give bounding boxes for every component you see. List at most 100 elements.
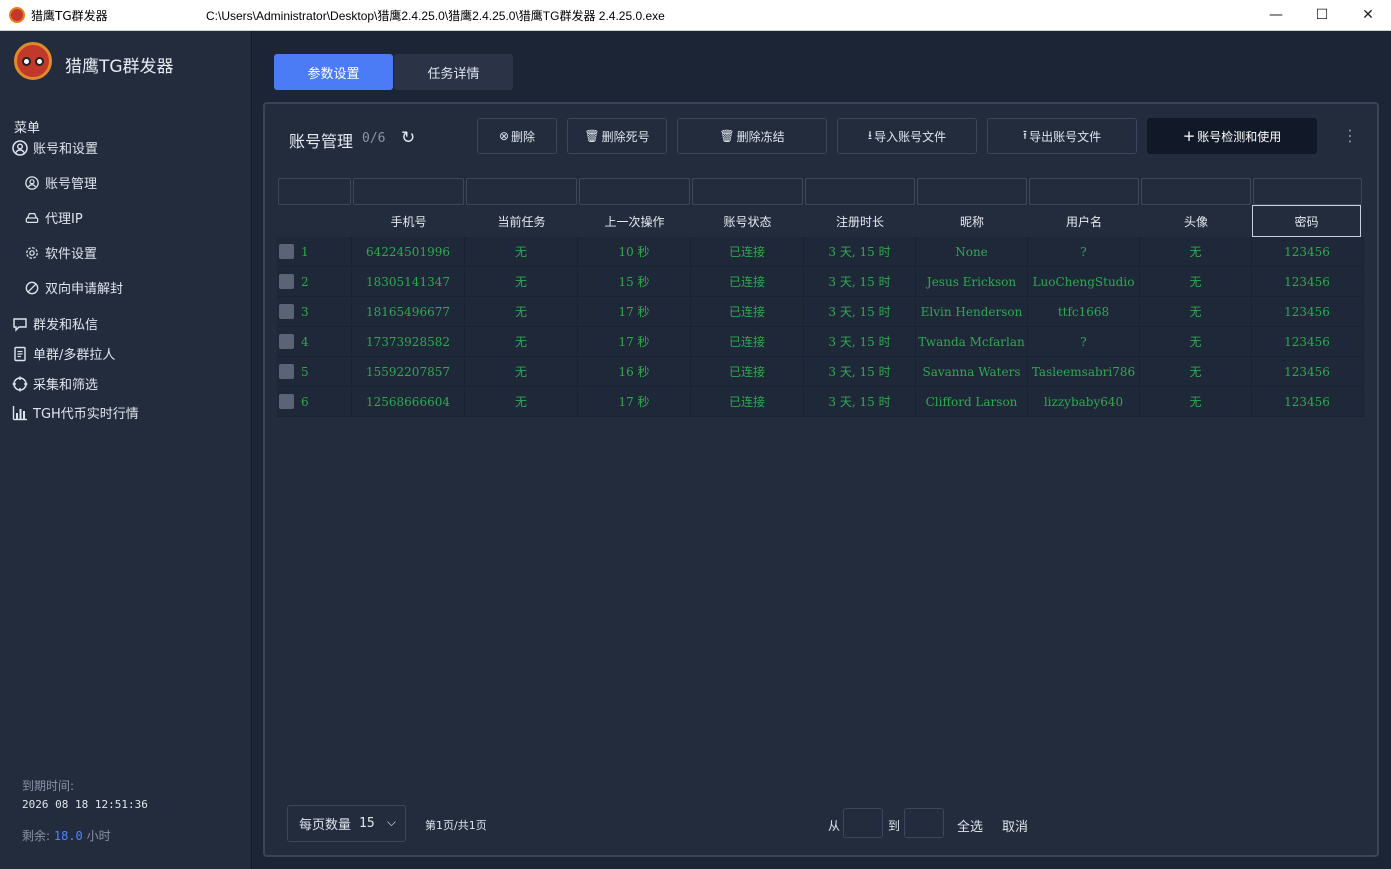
delete-button[interactable]: ⊗ 删除: [477, 118, 557, 154]
column-header[interactable]: 上一次操作: [578, 205, 691, 237]
row-checkbox[interactable]: [279, 394, 294, 409]
task-cell: 无: [465, 357, 578, 387]
table-row[interactable]: 3 18165496677 无 17 秒已连接 3 天, 15 时 Elvin Hende…: [277, 297, 1365, 327]
sidebar-item-proxy[interactable]: 代理IP: [24, 208, 83, 227]
expire-date: 2026 08 18 12:51:36: [22, 798, 148, 811]
column-header[interactable]: 用户名: [1028, 205, 1140, 237]
sidebar-item-software-settings[interactable]: 软件设置: [24, 243, 97, 262]
column-header[interactable]: 头像: [1140, 205, 1252, 237]
export-accounts-button[interactable]: ⭱ 导出账号文件: [987, 118, 1137, 154]
age-cell: 3 天, 15 时: [804, 327, 916, 357]
range-from-input[interactable]: [843, 808, 883, 838]
filter-input[interactable]: [1029, 178, 1139, 205]
row-checkbox[interactable]: [279, 334, 294, 349]
filter-input[interactable]: [1253, 178, 1362, 205]
phone-cell: 17373928582: [352, 327, 465, 357]
table-row[interactable]: 2 18305141347 无 15 秒已连接 3 天, 15 时 Jesus Erick…: [277, 267, 1365, 297]
sidebar-item-token-market[interactable]: TGH代币实时行情: [12, 403, 139, 422]
row-number: 2: [301, 274, 309, 289]
import-accounts-button[interactable]: ⭳ 导入账号文件: [837, 118, 977, 154]
expire-label: 到期时间:: [22, 779, 75, 793]
page-info: 第1页/共1页: [425, 819, 487, 832]
minimize-button[interactable]: —: [1253, 0, 1299, 30]
close-button[interactable]: ✕: [1345, 0, 1391, 30]
sidebar-item-label: 代理IP: [45, 212, 83, 227]
sidebar-item-account-management[interactable]: 账号管理: [24, 173, 97, 192]
row-checkbox[interactable]: [279, 364, 294, 379]
filter-input[interactable]: [466, 178, 577, 205]
maximize-button[interactable]: ☐: [1299, 0, 1345, 30]
row-number: 6: [301, 394, 309, 409]
document-icon: [12, 346, 28, 362]
column-header[interactable]: 昵称: [916, 205, 1028, 237]
check-accounts-button[interactable]: + 账号检测和使用: [1147, 118, 1317, 154]
status-cell: 已连接: [691, 267, 804, 297]
sidebar-item-label: 群发和私信: [33, 318, 99, 333]
avatar-cell: 无: [1140, 297, 1252, 327]
nickname-cell: Twanda Mcfarlan: [916, 327, 1028, 357]
status-cell: 已连接: [691, 237, 804, 267]
range-to-input[interactable]: [904, 808, 944, 838]
row-index: 1: [277, 237, 352, 267]
gear-icon: [24, 245, 40, 261]
sidebar-item-broadcast[interactable]: 群发和私信: [12, 314, 98, 333]
filter-input[interactable]: [353, 178, 464, 205]
window-title: 猎鹰TG群发器: [31, 8, 108, 23]
sidebar: 猎鹰TG群发器 菜单 账号和设置 账号管理 代理IP 软件设置 双向申请解封 群…: [0, 31, 252, 869]
filter-input[interactable]: [1141, 178, 1251, 205]
last-action-cell: 17 秒: [578, 297, 691, 327]
tab-task-details[interactable]: 任务详情: [394, 54, 513, 90]
refresh-icon[interactable]: ↻: [401, 128, 415, 148]
column-header[interactable]: 注册时长: [804, 205, 916, 237]
nickname-cell: Clifford Larson: [916, 387, 1028, 417]
download-icon: ⭳: [867, 127, 873, 142]
plus-icon: +: [1182, 127, 1196, 145]
row-index: 6: [277, 387, 352, 417]
sidebar-item-group-invite[interactable]: 单群/多群拉人: [12, 344, 115, 363]
bar-chart-icon: [12, 405, 28, 421]
table-row[interactable]: 1 64224501996 无 10 秒已连接 3 天, 15 时 None? 无 12345…: [277, 237, 1365, 267]
password-cell: 123456: [1252, 387, 1363, 417]
sidebar-item-account-settings[interactable]: 账号和设置: [12, 138, 98, 157]
last-action-cell: 16 秒: [578, 357, 691, 387]
password-cell: 123456: [1252, 327, 1363, 357]
select-all-button[interactable]: 全选: [957, 816, 983, 835]
ban-icon: [24, 280, 40, 296]
row-checkbox[interactable]: [279, 244, 294, 259]
row-checkbox[interactable]: [279, 304, 294, 319]
column-header[interactable]: 密码: [1252, 205, 1361, 237]
drive-icon: [24, 210, 40, 226]
per-page-select[interactable]: 每页数量 15 ⌵: [287, 805, 406, 842]
table-row[interactable]: 5 15592207857 无 16 秒已连接 3 天, 15 时 Savanna Wat…: [277, 357, 1365, 387]
filter-input[interactable]: [579, 178, 690, 205]
more-options-icon[interactable]: ⋮: [1342, 126, 1358, 145]
table-row[interactable]: 6 12568666604 无 17 秒已连接 3 天, 15 时 Clifford La…: [277, 387, 1365, 417]
age-cell: 3 天, 15 时: [804, 297, 916, 327]
avatar-cell: 无: [1140, 357, 1252, 387]
filter-input[interactable]: [805, 178, 915, 205]
table-row[interactable]: 4 17373928582 无 17 秒已连接 3 天, 15 时 Twanda Mcfa…: [277, 327, 1365, 357]
user-circle-icon: [12, 139, 28, 156]
table-header: 手机号 当前任务 上一次操作 账号状态 注册时长 昵称 用户名 头像 密码: [277, 205, 1365, 237]
sidebar-item-unban[interactable]: 双向申请解封: [24, 278, 123, 297]
sidebar-item-collect-filter[interactable]: 采集和筛选: [12, 374, 98, 393]
column-header[interactable]: 手机号: [352, 205, 465, 237]
column-header[interactable]: 当前任务: [465, 205, 578, 237]
row-index: 5: [277, 357, 352, 387]
row-checkbox[interactable]: [279, 274, 294, 289]
filter-input[interactable]: [278, 178, 351, 205]
filter-input[interactable]: [917, 178, 1027, 205]
owl-logo-icon: [14, 42, 52, 80]
delete-dead-button[interactable]: 🗑 删除死号: [567, 118, 667, 154]
sidebar-item-label: TGH代币实时行情: [33, 407, 139, 422]
cancel-button[interactable]: 取消: [1002, 816, 1028, 835]
delete-frozen-button[interactable]: 🗑 删除冻结: [677, 118, 827, 154]
tab-parameter-settings[interactable]: 参数设置: [274, 54, 393, 90]
close-circle-icon: ⊗: [498, 129, 510, 143]
trash-icon: 🗑: [719, 129, 735, 143]
username-cell: ?: [1028, 327, 1140, 357]
column-header[interactable]: 账号状态: [691, 205, 804, 237]
username-cell: ttfc1668: [1028, 297, 1140, 327]
filter-input[interactable]: [692, 178, 803, 205]
task-cell: 无: [465, 267, 578, 297]
